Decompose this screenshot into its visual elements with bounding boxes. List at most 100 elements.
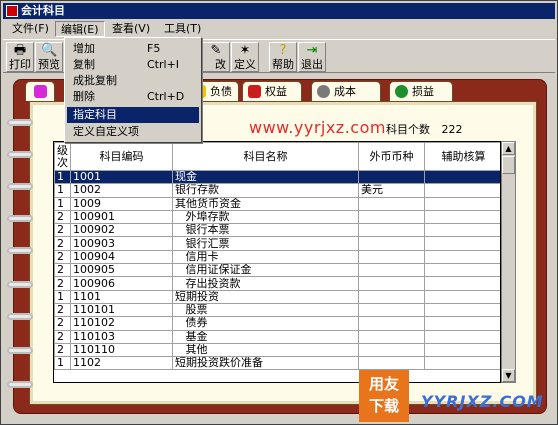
- equity-icon: [248, 85, 261, 98]
- table-row[interactable]: 2 100904 信用卡: [54, 249, 500, 265]
- menu-view[interactable]: 查看(V): [107, 21, 155, 37]
- cell-level: 2: [54, 276, 71, 291]
- help-button[interactable]: ? 帮助: [269, 42, 297, 72]
- cell-name: 银行存款: [172, 183, 359, 198]
- cell-currency: [358, 356, 425, 371]
- table-row[interactable]: 2 100906 存出投资款: [54, 276, 500, 291]
- cell-code: 100904: [70, 249, 173, 265]
- tab-equity[interactable]: 权益: [242, 81, 302, 101]
- tab-cost[interactable]: 成本: [311, 81, 381, 101]
- table-row[interactable]: 1 1102 短期投资跌价准备: [54, 356, 500, 371]
- profit-loss-icon: [395, 85, 408, 98]
- cell-aux: [424, 276, 500, 291]
- cell-level: 2: [54, 342, 71, 358]
- cell-level: 2: [54, 316, 71, 331]
- scroll-up-icon[interactable]: ▲: [502, 142, 515, 155]
- cell-currency: [358, 276, 425, 291]
- table-row[interactable]: 2 110101 股票: [54, 302, 500, 318]
- cell-aux: [424, 356, 500, 371]
- edit-menu-dropdown: 增加 F5 复制 Ctrl+I 成批复制 删除 Ctrl+D 指定科目 定义自定…: [64, 37, 202, 143]
- cell-level: 1: [54, 169, 71, 185]
- exit-button[interactable]: ⇥ 退出: [298, 42, 326, 72]
- menu-edit[interactable]: 编辑(E): [55, 21, 105, 37]
- binder-ring: [7, 347, 33, 354]
- cell-currency: [358, 329, 425, 344]
- cell-name: 股票: [172, 302, 359, 318]
- cell-currency: [358, 342, 425, 358]
- vertical-scrollbar[interactable]: ▲ ▼: [501, 141, 516, 383]
- menu-item-batch-copy[interactable]: 成批复制: [67, 73, 199, 89]
- cell-name: 短期投资: [172, 289, 359, 304]
- cell-currency: [358, 169, 425, 185]
- binder-ring: [7, 183, 33, 190]
- table-row[interactable]: 2 110103 基金: [54, 329, 500, 344]
- table-row[interactable]: 2 110110 其他: [54, 342, 500, 358]
- cell-code: 110102: [70, 316, 173, 331]
- menu-file[interactable]: 文件(F): [7, 21, 54, 37]
- cell-level: 2: [54, 302, 71, 318]
- table-row[interactable]: 1 1001 现金: [54, 169, 500, 185]
- cell-name: 短期投资跌价准备: [172, 356, 359, 371]
- cell-name: 银行汇票: [172, 236, 359, 251]
- preview-button[interactable]: 🔍 预览: [35, 42, 63, 72]
- cell-aux: [424, 329, 500, 344]
- table-row[interactable]: 2 100902 银行本票: [54, 223, 500, 238]
- menu-item-custom-define[interactable]: 定义自定义项: [67, 124, 199, 140]
- cell-code: 100902: [70, 223, 173, 238]
- cell-name: 信用卡: [172, 249, 359, 265]
- cell-level: 1: [54, 196, 71, 211]
- menu-bar: 文件(F) 编辑(E) 查看(V) 工具(T): [3, 20, 555, 38]
- print-button[interactable]: 🖶 打印: [6, 42, 34, 72]
- tab-all[interactable]: [25, 81, 55, 101]
- subjects-table[interactable]: 级次 科目编码 科目名称 外币币种 辅助核算 1 1001 现金 1 1002 银行存款美…: [53, 141, 501, 383]
- cell-currency: [358, 249, 425, 265]
- cell-aux: [424, 342, 500, 358]
- cell-code: 100905: [70, 263, 173, 278]
- cell-name: 外埠存款: [172, 209, 359, 225]
- cell-code: 1001: [70, 169, 173, 185]
- modify-button[interactable]: ✎ 改: [202, 42, 230, 72]
- cell-code: 1002: [70, 183, 173, 198]
- cell-name: 债券: [172, 316, 359, 331]
- cell-currency: 美元: [358, 183, 425, 198]
- table-row[interactable]: 2 100903 银行汇票: [54, 236, 500, 251]
- menu-tools[interactable]: 工具(T): [159, 21, 206, 37]
- table-row[interactable]: 1 1009 其他货币资金: [54, 196, 500, 211]
- cell-level: 2: [54, 223, 71, 238]
- cell-currency: [358, 236, 425, 251]
- menu-item-delete[interactable]: 删除 Ctrl+D: [67, 89, 199, 105]
- watermark-logo-text: YYRJXZ.COM: [421, 392, 544, 411]
- table-row[interactable]: 2 110102 债券: [54, 316, 500, 331]
- cell-level: 1: [54, 183, 71, 198]
- menu-item-assign-subject[interactable]: 指定科目: [67, 107, 199, 123]
- table-row[interactable]: 1 1101 短期投资: [54, 289, 500, 304]
- table-row[interactable]: 2 100905 信用证保证金: [54, 263, 500, 278]
- binder-ring: [7, 215, 33, 222]
- cell-aux: [424, 223, 500, 238]
- tab-profit-loss[interactable]: 损益: [389, 81, 453, 101]
- table-row[interactable]: 2 100901 外埠存款: [54, 209, 500, 225]
- cell-aux: [424, 302, 500, 318]
- cell-code: 100903: [70, 236, 173, 251]
- scroll-down-icon[interactable]: ▼: [502, 369, 515, 382]
- cell-name: 银行本票: [172, 223, 359, 238]
- exit-icon: ⇥: [306, 43, 318, 58]
- binder-ring: [7, 381, 33, 388]
- col-aux[interactable]: 辅助核算: [424, 142, 500, 171]
- col-name[interactable]: 科目名称: [172, 142, 359, 171]
- binder-ring: [7, 247, 33, 254]
- col-level[interactable]: 级次: [54, 142, 71, 171]
- binder-ring: [7, 119, 33, 126]
- define-button[interactable]: ✶ 定义: [231, 42, 259, 72]
- table-row[interactable]: 1 1002 银行存款 美元: [54, 183, 500, 198]
- menu-item-copy[interactable]: 复制 Ctrl+I: [67, 57, 199, 73]
- col-currency[interactable]: 外币币种: [358, 142, 425, 171]
- cell-currency: [358, 263, 425, 278]
- cell-aux: [424, 316, 500, 331]
- cell-level: 2: [54, 263, 71, 278]
- cell-name: 基金: [172, 329, 359, 344]
- col-code[interactable]: 科目编码: [70, 142, 173, 171]
- menu-item-add[interactable]: 增加 F5: [67, 41, 199, 57]
- title-bar: 会计科目: [3, 3, 555, 19]
- scroll-thumb[interactable]: [502, 156, 515, 174]
